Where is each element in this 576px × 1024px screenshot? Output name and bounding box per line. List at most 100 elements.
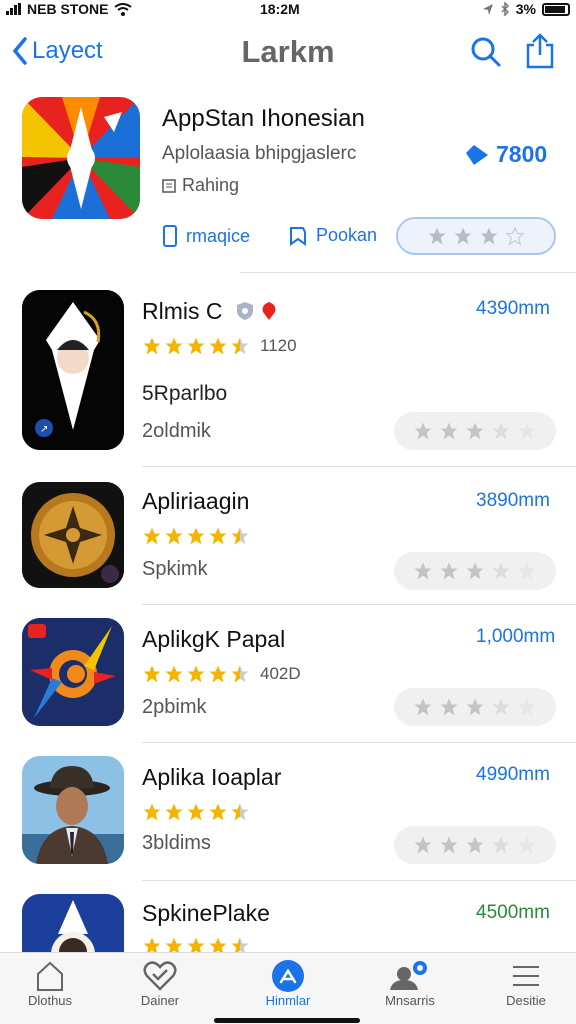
star-icon [414,422,432,440]
star-icon [492,562,510,580]
tab-apps[interactable]: Hinmlar [238,959,338,1008]
star-icon [143,937,161,952]
app-row[interactable]: Aplika Ioaplar 3bldims 4990mm [0,756,576,881]
app-title: Aplika Ioaplar [142,764,282,790]
featured-action-1[interactable]: rmaqice [162,225,250,247]
star-icon [492,698,510,716]
svg-text:↗: ↗ [40,424,48,435]
app-title: AplikgK Papal [142,626,286,652]
rating-count: 402D [260,664,301,683]
app-rating [142,802,250,822]
app-icon[interactable]: ↗ [22,290,124,450]
divider [240,272,576,273]
featured-rate-button[interactable] [396,217,556,255]
tab-users[interactable]: Mnsarris [360,959,460,1008]
rating-count: 1120 [260,336,297,355]
divider [142,742,576,743]
star-icon [165,527,183,545]
signal-icon [6,3,21,15]
diamond-icon [466,144,488,165]
star-icon [428,227,446,245]
app-price[interactable]: 4390mm [476,298,550,320]
star-icon [466,562,484,580]
home-icon [37,961,63,991]
star-icon [440,562,458,580]
star-icon [165,803,183,821]
app-rating: 1120 [142,336,297,356]
rate-button[interactable] [394,552,556,590]
rate-button[interactable] [394,412,556,450]
app-price[interactable]: 4990mm [476,764,550,786]
tab-menu[interactable]: Desitie [476,959,576,1008]
featured-action-2[interactable]: Pookan [288,225,377,246]
rate-button[interactable] [394,826,556,864]
users-icon [390,961,427,990]
star-icon [143,665,161,683]
star-icon [466,698,484,716]
tab-favorites[interactable]: Dainer [110,959,210,1008]
star-outline-icon [505,226,525,246]
divider [142,466,576,467]
app-price[interactable]: 3890mm [476,490,550,512]
heart-check-icon [143,961,177,991]
wifi-icon [114,2,133,16]
app-row[interactable]: SpkinePlake 4500mm [0,894,576,952]
star-icon [143,337,161,355]
bluetooth-icon [501,2,509,16]
app-title: SpkinePlake [142,900,270,926]
star-icon [414,698,432,716]
rate-button[interactable] [394,688,556,726]
app-title-text: Rlmis C [142,298,223,324]
star-icon [187,803,205,821]
star-icon [143,527,161,545]
star-icon [187,527,205,545]
app-row[interactable]: AplikgK Papal 402D 2pbimk 1,000mm [0,618,576,743]
badge-icon [262,302,276,320]
app-rating [142,526,250,546]
app-rating [142,936,250,952]
app-category: 3bldims [142,832,211,854]
search-icon[interactable] [470,36,502,68]
battery-icon [542,2,570,16]
phone-icon [163,225,177,247]
featured-app-price[interactable]: 7800 [466,141,547,168]
battery-percent: 3% [515,1,536,17]
star-half-icon [231,937,249,952]
apps-icon [272,960,304,992]
star-icon [492,836,510,854]
star-icon [518,836,536,854]
star-icon [143,803,161,821]
app-price[interactable]: 4500mm [476,902,550,924]
image-icon [162,178,176,193]
star-icon [165,665,183,683]
rank-label: Rahing [182,175,240,195]
app-price[interactable]: 1,000mm [476,626,555,648]
app-row[interactable]: Apliriaagin Spkimk 3890mm [0,482,576,605]
app-icon[interactable] [22,618,124,726]
featured-action-2-label: Pookan [316,225,378,245]
app-title: Apliriaagin [142,488,250,514]
tab-home[interactable]: Dlothus [0,959,100,1008]
app-icon[interactable] [22,756,124,864]
star-icon [165,937,183,952]
app-category: Spkimk [142,558,208,580]
app-icon[interactable] [22,482,124,588]
tab-label: Mnsarris [385,993,435,1008]
featured-app-subtitle: Aplolaasia bhipgjaslerc [162,143,357,164]
location-icon [482,3,493,15]
star-half-icon [231,527,249,545]
star-icon [518,422,536,440]
app-row[interactable]: ↗ Rlmis C 1120 5Rparlbo 2oldmik 4390mm [0,290,576,467]
star-icon [518,698,536,716]
tab-label: Dainer [140,993,180,1008]
clock: 18:2M [260,1,300,17]
featured-app[interactable]: AppStan Ihonesian Aplolaasia bhipgjasler… [0,95,576,270]
featured-app-icon[interactable] [22,97,140,219]
divider [142,880,576,881]
share-icon[interactable] [524,32,556,70]
home-indicator[interactable] [214,1018,360,1023]
app-icon[interactable] [22,894,124,952]
star-half-icon [231,665,249,683]
star-icon [440,698,458,716]
featured-app-title: AppStan Ihonesian [162,105,365,132]
